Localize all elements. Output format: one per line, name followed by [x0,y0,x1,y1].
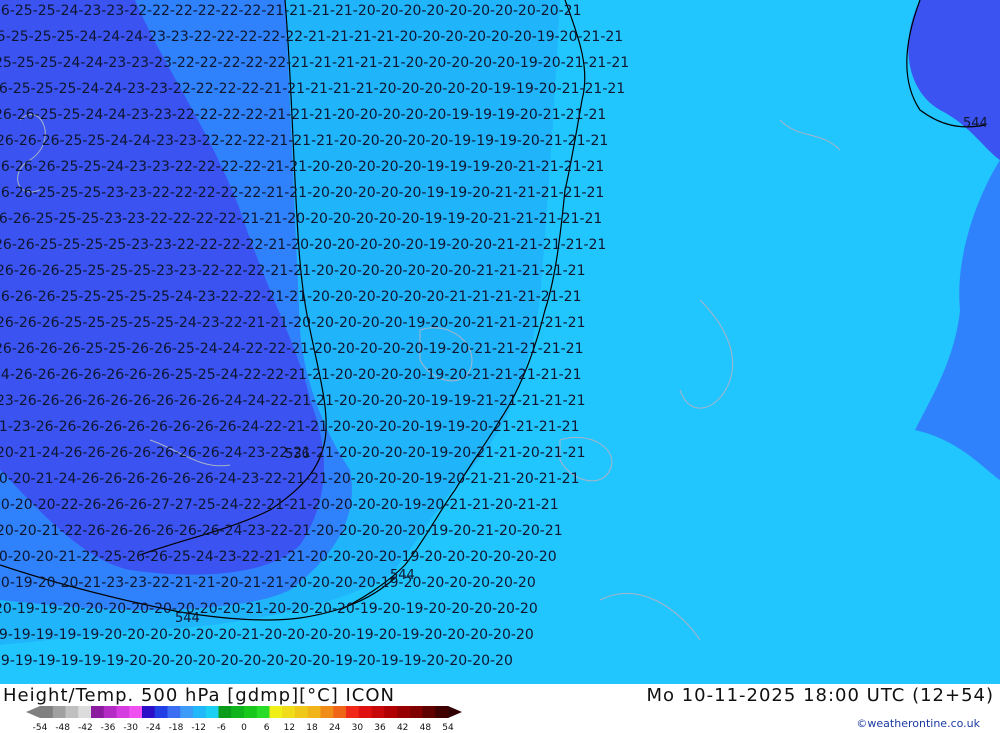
scale-swatch [193,706,207,718]
temp-row: 25-25-25-25-24-24-24-23-23-22-22-22-22-2… [0,29,623,45]
scale-tick-label: 30 [352,723,364,733]
temp-row: 20-20-20-21-22-25-26-26-25-24-23-22-21-2… [0,549,557,565]
scale-swatch [307,706,321,718]
scale-swatch [295,706,309,718]
temp-row: 23-26-26-26-26-26-26-26-26-26-24-24-22-2… [0,393,585,409]
scale-swatch [384,706,398,718]
scale-ticks: -54 -48 -42 -36 -30 -24 -18 -12 -6 0 6 12 18 24 30 36 42… [33,723,454,733]
scale-swatch [371,706,385,718]
temp-row: 26-26-25-25-25-25-23-23-22-22-22-22-21-2… [0,237,606,253]
temp-row: 20-19-19-20-20-20-20-20-20-20-20-21-20-2… [0,601,538,617]
height-label: 544 [963,116,988,131]
scale-swatch [244,706,258,718]
temp-row: 21-23-26-26-26-26-26-26-26-26-26-24-22-2… [0,419,579,435]
scale-swatch [346,706,360,718]
scale-swatch [116,706,130,718]
color-scale-legend: -54 -48 -42 -36 -30 -24 -18 -12 -6 0 6 12 18 24 30 36 42… [26,706,462,733]
scale-tick-label: -12 [191,723,206,733]
scale-swatch [435,706,449,718]
scale-swatch [103,706,117,718]
scale-tick-label: -30 [123,723,138,733]
scale-left-arrow [26,706,40,718]
scale-swatch [256,706,270,718]
scale-swatch [333,706,347,718]
scale-swatch [142,706,156,718]
scale-tick-label: -24 [146,723,161,733]
scale-swatch [167,706,181,718]
scale-swatch [231,706,245,718]
scale-tick-label: 42 [397,723,408,733]
scale-tick-label: -42 [78,723,93,733]
scale-tick-label: 6 [264,723,270,733]
scale-swatch [397,706,411,718]
scale-swatch [52,706,66,718]
scale-tick-label: -18 [169,723,184,733]
scale-swatch [91,706,105,718]
scale-swatch [422,706,436,718]
scale-swatches [40,706,449,718]
valid-time: Mo 10-11-2025 18:00 UTC (12+54) [646,685,994,706]
height-label: 544 [390,568,415,583]
temp-row: 25-25-25-24-24-23-23-23-22-22-22-22-22-2… [0,55,629,71]
temp-row: 19-19-19-19-19-19-20-20-20-20-20-20-20-2… [0,653,513,669]
scale-swatch [180,706,194,718]
scale-swatch [320,706,334,718]
scale-swatch [218,706,232,718]
scale-swatch [269,706,283,718]
scale-swatch [40,706,54,718]
scale-tick-label: -36 [101,723,116,733]
temp-row: 26-26-26-25-25-25-25-25-24-23-22-21-21-2… [0,315,585,331]
scale-swatch [409,706,423,718]
scale-swatch [358,706,372,718]
temp-row: 24-26-26-26-26-26-26-26-25-25-24-22-22-2… [0,367,581,383]
temp-row: 20-20-21-22-26-26-26-26-26-26-24-23-22-2… [0,523,563,539]
scale-tick-label: -6 [217,723,226,733]
scale-swatch [65,706,79,718]
temp-row: 20-20-21-24-26-26-26-26-26-26-24-23-22-2… [0,471,579,487]
temp-row: 19-19-19-19-19-20-20-20-20-20-20-21-20-2… [0,627,534,643]
temp-row: 26-25-25-24-23-23-22-22-22-22-22-22-21-2… [0,3,581,19]
map-footer: Height/Temp. 500 hPa [gdmp][°C] ICON Mo … [0,684,1000,733]
scale-tick-label: 48 [420,723,432,733]
scale-tick-label: 12 [284,723,295,733]
scale-tick-label: 18 [306,723,318,733]
temp-row: 26-26-26-25-25-25-25-23-23-22-22-22-21-2… [0,263,585,279]
scale-tick-label: 36 [374,723,386,733]
map-title: Height/Temp. 500 hPa [gdmp][°C] ICON [3,685,395,706]
scale-tick-label: 24 [329,723,341,733]
temp-row: 20-20-20-22-26-26-26-27-27-25-24-22-21-2… [0,497,559,513]
temp-row: 26-26-25-25-24-24-23-23-22-22-22-22-21-2… [0,107,606,123]
weather-map: 26-25-25-24-23-23-22-22-22-22-22-22-21-2… [0,0,1000,684]
scale-tick-label: -54 [33,723,48,733]
temp-row: 26-26-26-25-25-24-24-23-23-22-22-22-21-2… [0,133,608,149]
scale-tick-label: 54 [442,723,454,733]
temp-row: 26-26-26-25-25-24-23-23-22-22-22-22-21-2… [0,159,604,175]
scale-right-arrow [448,706,462,718]
temp-row: 26-26-25-25-25-23-23-22-22-22-22-21-21-2… [0,211,602,227]
temp-row: 26-25-25-25-24-24-23-23-22-22-22-22-21-2… [0,81,625,97]
temp-row: 26-26-25-25-25-23-23-22-22-22-22-22-21-2… [0,185,604,201]
scale-tick-label: -48 [55,723,70,733]
height-label: 544 [175,611,200,626]
credit-link[interactable]: ©weatherontine.co.uk [856,717,980,730]
scale-swatch [78,706,92,718]
scale-swatch [282,706,296,718]
temp-row: 26-26-26-25-25-25-25-25-24-23-22-22-21-2… [0,289,581,305]
scale-swatch [129,706,143,718]
scale-swatch [205,706,219,718]
temp-row: 20-19-20-20-21-23-23-22-21-21-20-21-21-2… [0,575,536,591]
height-label: 536 [285,447,310,462]
scale-tick-label: 0 [241,723,247,733]
temp-row: 26-26-26-26-25-25-26-26-25-24-24-22-22-2… [0,341,583,357]
scale-swatch [154,706,168,718]
